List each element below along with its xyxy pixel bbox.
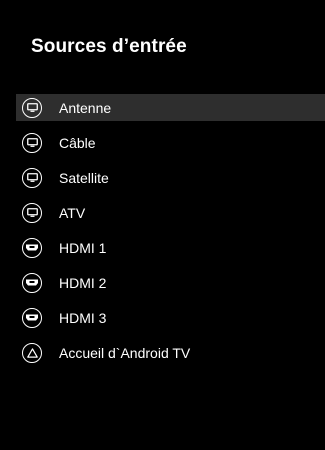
source-item-cable[interactable]: Câble: [22, 129, 325, 156]
panel-title: Sources d’entrée: [31, 36, 187, 57]
source-item-hdmi-3[interactable]: HDMI 3: [22, 304, 325, 331]
source-item-hdmi-1[interactable]: HDMI 1: [22, 234, 325, 261]
tv-icon: [22, 167, 42, 188]
source-item-satellite[interactable]: Satellite: [22, 164, 325, 191]
source-label: Antenne: [59, 99, 112, 116]
source-label: Accueil d`Android TV: [59, 344, 191, 361]
input-sources-panel: Sources d’entrée Antenne Câble Satellite…: [0, 0, 325, 450]
source-label: HDMI 1: [59, 239, 107, 256]
hdmi-icon: [22, 272, 42, 293]
sources-list: Antenne Câble Satellite ATV HDMI 1 HDMI …: [16, 94, 325, 374]
tv-icon: [22, 132, 42, 153]
tv-icon: [22, 202, 42, 223]
source-item-hdmi-2[interactable]: HDMI 2: [22, 269, 325, 296]
source-item-antenne[interactable]: Antenne: [16, 94, 325, 121]
tv-icon: [22, 97, 42, 118]
source-label: Satellite: [59, 169, 109, 186]
source-label: Câble: [59, 134, 96, 151]
home-triangle-icon: [22, 342, 42, 363]
source-item-android-tv-home[interactable]: Accueil d`Android TV: [22, 339, 325, 366]
source-item-atv[interactable]: ATV: [22, 199, 325, 226]
hdmi-icon: [22, 237, 42, 258]
source-label: HDMI 3: [59, 309, 107, 326]
source-label: ATV: [59, 204, 86, 221]
hdmi-icon: [22, 307, 42, 328]
source-label: HDMI 2: [59, 274, 107, 291]
